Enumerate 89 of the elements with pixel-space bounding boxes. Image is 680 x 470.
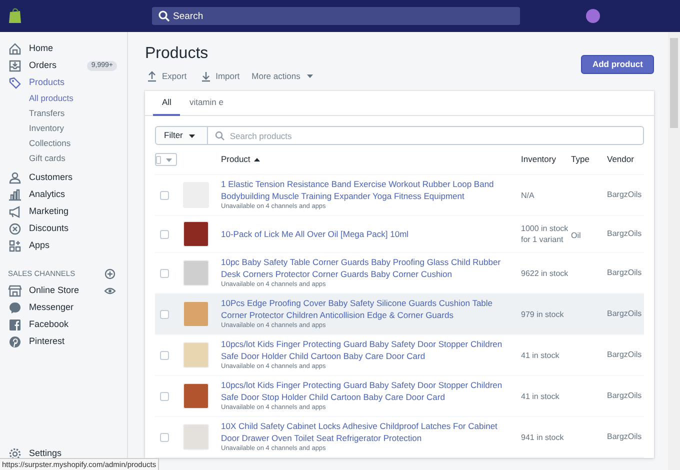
type-text: Oil [571,231,581,240]
sidebar-item[interactable]: Apps [29,238,50,252]
row-checkbox[interactable] [160,230,169,238]
discount-icon[interactable] [8,222,22,236]
tab[interactable]: vitamin e [180,91,232,116]
sidebar-subitem[interactable]: All products [29,91,74,106]
column-header[interactable]: Inventory [521,153,556,166]
home-icon[interactable] [8,42,22,56]
vendor-text: BargzOils [607,228,642,240]
product-thumbnail [183,383,209,409]
product-link[interactable]: 10Pcs Edge Proofing Cover Baby Safety Silicone Guards Cushion Table Corner Protector Children Anticollision Edge & Corner Guards [221,297,515,321]
product-thumbnail [183,221,209,247]
product-link[interactable]: 1 Elastic Tension Resistance Band Exercise Workout Rubber Loop Band Bodybuilding Muscle Training Expander Yoga Fitness Equipment [221,178,515,202]
product-link[interactable]: 10X Child Safety Cabinet Locks Adhesive Childproof Latches For Cabinet Door Drawer Oven Toilet Seat Refrigerator Protection [221,420,515,444]
add-product-button[interactable]: Add product [581,55,654,74]
sidebar-item[interactable]: Settings [29,446,62,460]
gear-icon[interactable] [8,446,22,460]
row-checkbox[interactable] [160,190,169,200]
sidebar-item[interactable]: Messenger [29,300,74,314]
row-checkbox[interactable] [160,268,169,278]
row-checkbox[interactable] [160,392,169,400]
tab[interactable]: All [153,91,180,116]
product-link[interactable]: 10pcs/lot Kids Finger Protecting Guard Baby Safety Door Stopper Children Safe Door Stop Holder Child Cartoon Baby Care Door Card [221,379,515,403]
sidebar-item[interactable]: Orders [29,58,57,72]
product-thumbnail [183,260,209,286]
product-thumbnail [183,301,209,327]
row-checkbox[interactable] [160,432,169,442]
inventory-text: 941 in stock [521,432,564,442]
sidebar-subitem[interactable]: Collections [29,136,71,151]
storefront-icon[interactable] [8,284,22,298]
product-link[interactable]: 10pcs/lot Kids Finger Protecting Guard Baby Safety Door Stopper Children Safe Door Holder Child Cartoon Baby Care Door Card [221,338,515,362]
sidebar-subitem[interactable]: Gift cards [29,151,66,166]
shopping-bag-logo-icon[interactable] [8,8,22,24]
inventory-text: 9622 in stock [521,268,568,278]
row-checkbox[interactable] [160,350,169,360]
add-circle-icon[interactable] [103,266,117,280]
product-link[interactable]: 10pc Baby Safety Table Corner Guards Baby Proofing Glass Child Rubber Desk Corners Protector Corner Guards Baby Corner Cushion [221,256,515,280]
product-link[interactable]: 10-Pack of Lick Me All Over Oil [Mega Pack] 10ml [221,228,515,240]
toolbar-action[interactable]: More actions [252,69,318,83]
sidebar-item[interactable]: Facebook [29,318,69,332]
person-icon[interactable] [8,170,22,184]
inventory-text: N/A [521,190,534,200]
vendor-text: BargzOils [607,189,642,201]
inventory-text: 41 in stock [521,350,560,360]
search-field[interactable]: Search [152,7,520,25]
sidebar-item[interactable]: Marketing [29,204,69,218]
messenger-icon[interactable] [8,300,22,314]
bar-chart-icon[interactable] [8,188,22,202]
sidebar-item[interactable]: Online Store [29,284,80,298]
scrollbar[interactable] [668,32,680,470]
search-icon [212,128,227,142]
megaphone-icon[interactable] [8,204,22,218]
column-header[interactable]: Product [221,153,250,166]
toolbar-action[interactable]: Export [145,69,187,83]
checkbox-icon [156,156,161,164]
apps-icon[interactable] [8,238,22,252]
column-header[interactable]: Type [571,153,590,166]
upload-icon [145,69,159,83]
inventory-text: 1000 in stock for 1 variant [521,223,570,245]
inbox-icon[interactable] [8,58,22,72]
product-thumbnail [183,424,209,450]
row-checkbox[interactable] [160,310,169,318]
select-all-checkbox[interactable] [155,153,177,166]
vendor-text: BargzOils [607,349,642,361]
pinterest-icon[interactable] [8,334,22,348]
vendor-text: BargzOils [607,308,642,320]
sidebar-item[interactable]: Analytics [29,188,66,202]
vendor-text: BargzOils [607,431,642,443]
page-title: Products [145,44,210,64]
sidebar-subitem[interactable]: Transfers [29,106,65,121]
scrollbar-thumb[interactable] [670,38,678,128]
toolbar-action[interactable]: Import [198,69,240,83]
sidebar-item[interactable]: Home [29,42,54,56]
sidebar-item[interactable]: Pinterest [29,334,65,348]
search-icon [157,9,171,23]
facebook-icon[interactable] [8,318,22,332]
vendor-text: BargzOils [607,390,642,402]
filter-button[interactable]: Filter [155,126,208,145]
search-field[interactable]: Search products [208,126,644,145]
vendor-text: BargzOils [607,267,642,279]
column-header[interactable]: Vendor [607,153,634,166]
product-thumbnail [183,342,209,368]
sidebar-item[interactable]: Customers [29,170,73,184]
tag-icon[interactable] [8,76,22,90]
sidebar-item[interactable]: Products [29,76,65,90]
sidebar-item[interactable]: Discounts [29,222,69,236]
sidebar-subitem[interactable]: Inventory [29,121,64,136]
inventory-text: 41 in stock [521,390,560,402]
inventory-text: 979 in stock [521,308,564,320]
